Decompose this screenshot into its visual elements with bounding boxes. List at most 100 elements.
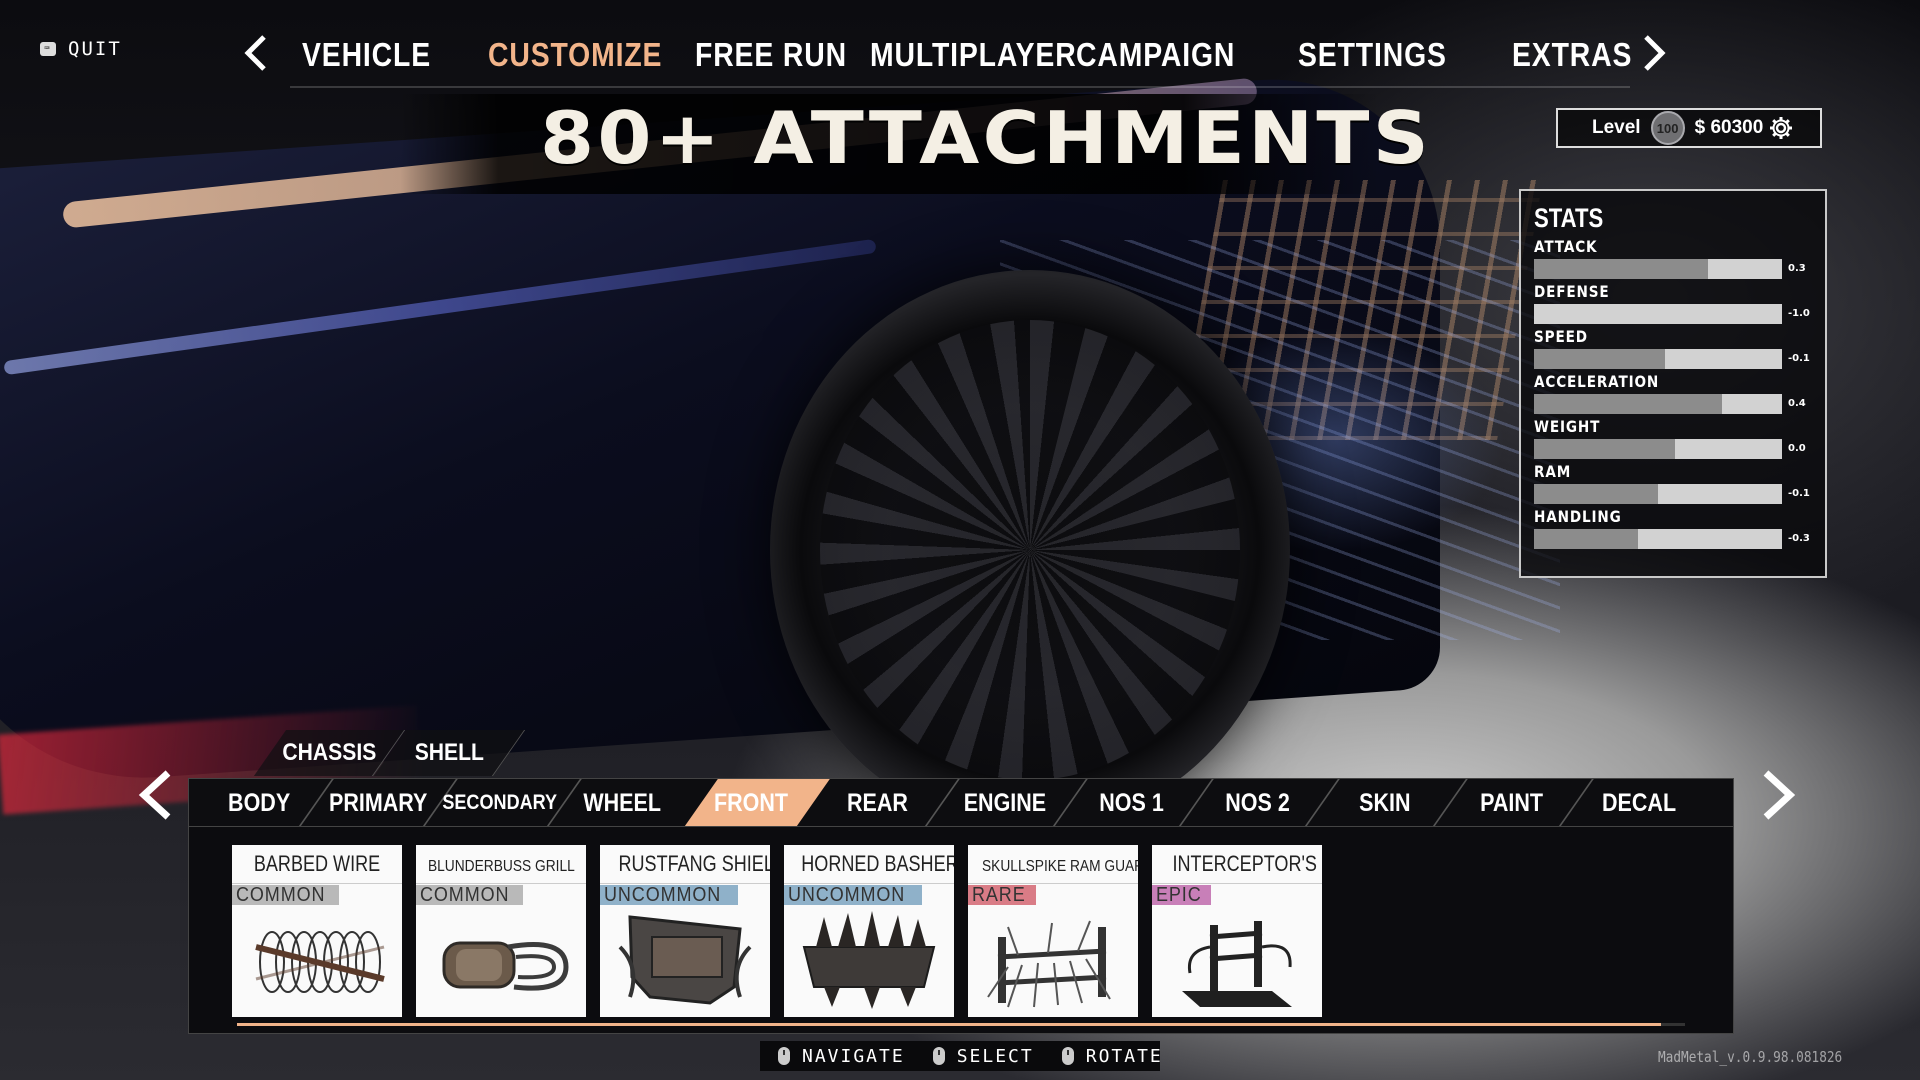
tab-extras[interactable]: EXTRAS xyxy=(1512,36,1632,74)
rarity-badge: RARE xyxy=(968,885,1036,905)
tab-shell-label: SHELL xyxy=(414,739,484,766)
stat-value: -0.1 xyxy=(1788,353,1810,364)
stat-value: -0.3 xyxy=(1788,533,1810,544)
stat-value: 0.3 xyxy=(1788,263,1806,274)
item-card-rustfang-shield[interactable]: RUSTFANG SHIELD UNCOMMON xyxy=(600,845,770,1017)
promo-banner-title: 80+ ATTACHMENTS xyxy=(540,96,1432,180)
rarity-badge: EPIC xyxy=(1152,885,1211,905)
item-name-text: HORNED BASHER xyxy=(801,851,954,876)
mouse-icon xyxy=(932,1047,945,1065)
stat-label: SPEED xyxy=(1534,327,1588,346)
tab-secondary-label: SECONDARY xyxy=(442,791,558,814)
tab-primary[interactable]: PRIMARY xyxy=(319,779,437,827)
tab-customize[interactable]: CUSTOMIZE xyxy=(488,36,662,74)
item-card-blunderbuss-grill[interactable]: BLUNDERBUSS GRILL COMMON xyxy=(416,845,586,1017)
item-list-scrollbar[interactable] xyxy=(237,1023,1685,1026)
category-tab-bar: BODY PRIMARY SECONDARY WHEEL FRONT REAR … xyxy=(188,778,1734,828)
stat-fill xyxy=(1534,259,1708,279)
stat-label: WEIGHT xyxy=(1534,417,1601,436)
hint-label: ROTATE xyxy=(1085,1045,1163,1067)
nav-next-arrow-icon[interactable] xyxy=(1636,28,1672,78)
tab-nos-2[interactable]: NOS 2 xyxy=(1199,779,1317,827)
tab-skin[interactable]: SKIN xyxy=(1325,779,1445,827)
tab-campaign[interactable]: CAMPAIGN xyxy=(1076,36,1235,74)
item-name-text: BARBED WIRE xyxy=(253,851,381,876)
rustfang-shield-icon xyxy=(618,915,752,1005)
tab-engine[interactable]: ENGINE xyxy=(945,779,1065,827)
stat-value: -1.0 xyxy=(1788,308,1810,319)
rarity-badge: COMMON xyxy=(232,884,340,906)
rarity-text: UNCOMMON xyxy=(604,884,722,906)
tab-paint[interactable]: PAINT xyxy=(1453,779,1571,827)
rarity-badge: UNCOMMON xyxy=(600,884,739,906)
hint-label: NAVIGATE xyxy=(802,1045,905,1067)
tab-decal[interactable]: DECAL xyxy=(1579,779,1699,827)
item-card-horned-basher[interactable]: HORNED BASHER UNCOMMON xyxy=(784,845,954,1017)
scrollbar-thumb[interactable] xyxy=(237,1023,1661,1026)
stat-fill xyxy=(1534,394,1723,414)
stat-value: 0.4 xyxy=(1788,398,1806,409)
quit-button[interactable]: ⌨ QUIT xyxy=(40,38,122,60)
tab-body-label: BODY xyxy=(227,788,291,817)
item-name-text: SKULLSPIKE RAM GUARD xyxy=(982,858,1138,875)
skullspike-ram-guard-icon xyxy=(987,920,1111,1008)
version-text: MadMetal_v.0.9.98.081826 xyxy=(1658,1048,1843,1066)
stat-label: ATTACK xyxy=(1534,237,1598,256)
stat-fill xyxy=(1534,349,1666,369)
rarity-badge: UNCOMMON xyxy=(784,884,923,906)
tab-front[interactable]: FRONT xyxy=(689,779,813,827)
nav-prev-arrow-icon[interactable] xyxy=(238,28,274,78)
stats-panel: STATS ATTACK 0.3 DEFENSE -1.0 SPEED -0.1… xyxy=(1519,189,1827,578)
tab-nos-1[interactable]: NOS 1 xyxy=(1073,779,1191,827)
gear-icon[interactable] xyxy=(1769,116,1793,140)
category-next-arrow-icon[interactable] xyxy=(1756,765,1800,825)
category-prev-arrow-icon[interactable] xyxy=(134,765,178,825)
stat-value: -0.1 xyxy=(1788,488,1810,499)
rarity-text: COMMON xyxy=(236,884,326,906)
stat-label: ACCELERATION xyxy=(1534,372,1660,391)
rarity-text: COMMON xyxy=(420,884,510,906)
item-name: BARBED WIRE xyxy=(232,845,402,884)
rarity-text: UNCOMMON xyxy=(788,884,906,906)
interceptors-jaw-icon xyxy=(1182,921,1292,1007)
tab-free-run[interactable]: FREE RUN xyxy=(695,36,847,74)
tab-secondary[interactable]: SECONDARY xyxy=(442,779,558,827)
item-name: HORNED BASHER xyxy=(784,845,954,884)
item-card-interceptors-jaw[interactable]: INTERCEPTOR'S JAW EPIC xyxy=(1152,845,1322,1017)
quit-label: QUIT xyxy=(68,38,122,60)
tab-chassis-label: CHASSIS xyxy=(282,739,376,766)
item-name: SKULLSPIKE RAM GUARD xyxy=(968,845,1138,884)
tab-front-label: FRONT xyxy=(713,788,789,817)
rarity-text: EPIC xyxy=(1156,884,1202,906)
item-card-barbed-wire[interactable]: BARBED WIRE COMMON xyxy=(232,845,402,1017)
tab-multiplayer[interactable]: MULTIPLAYER xyxy=(870,36,1077,74)
tab-paint-label: PAINT xyxy=(1480,788,1544,817)
stat-weight: WEIGHT 0.0 xyxy=(1534,417,1824,459)
tab-rear[interactable]: REAR xyxy=(817,779,937,827)
stat-defense: DEFENSE -1.0 xyxy=(1534,282,1824,324)
tab-skin-label: SKIN xyxy=(1359,788,1411,817)
hint-label: SELECT xyxy=(956,1045,1034,1067)
stat-speed: SPEED -0.1 xyxy=(1534,327,1824,369)
stat-bar xyxy=(1534,529,1782,549)
hint-select: SELECT xyxy=(932,1045,1034,1067)
tab-vehicle[interactable]: VEHICLE xyxy=(302,36,431,74)
hint-navigate: NAVIGATE xyxy=(778,1046,905,1067)
stat-bar xyxy=(1534,259,1782,279)
tab-wheel[interactable]: WHEEL xyxy=(567,779,677,827)
tab-nos-2-label: NOS 2 xyxy=(1225,788,1291,817)
tab-wheel-label: WHEEL xyxy=(583,788,661,817)
stat-bar xyxy=(1534,484,1782,504)
tab-primary-label: PRIMARY xyxy=(328,788,428,817)
tab-settings[interactable]: SETTINGS xyxy=(1298,36,1447,74)
attachment-list: BARBED WIRE COMMON BLUNDERBUSS GRILL COM… xyxy=(188,826,1734,1034)
level-badge: 100 xyxy=(1650,111,1685,145)
money-amount: $ 60300 xyxy=(1694,117,1764,138)
item-name-text: BLUNDERBUSS GRILL xyxy=(427,858,575,875)
mouse-icon xyxy=(1061,1047,1074,1065)
item-card-skullspike-ram-guard[interactable]: SKULLSPIKE RAM GUARD RARE xyxy=(968,845,1138,1017)
stat-attack: ATTACK 0.3 xyxy=(1534,237,1824,279)
stat-fill xyxy=(1534,484,1658,504)
level-label: Level xyxy=(1592,117,1641,138)
tab-body[interactable]: BODY xyxy=(209,779,309,827)
